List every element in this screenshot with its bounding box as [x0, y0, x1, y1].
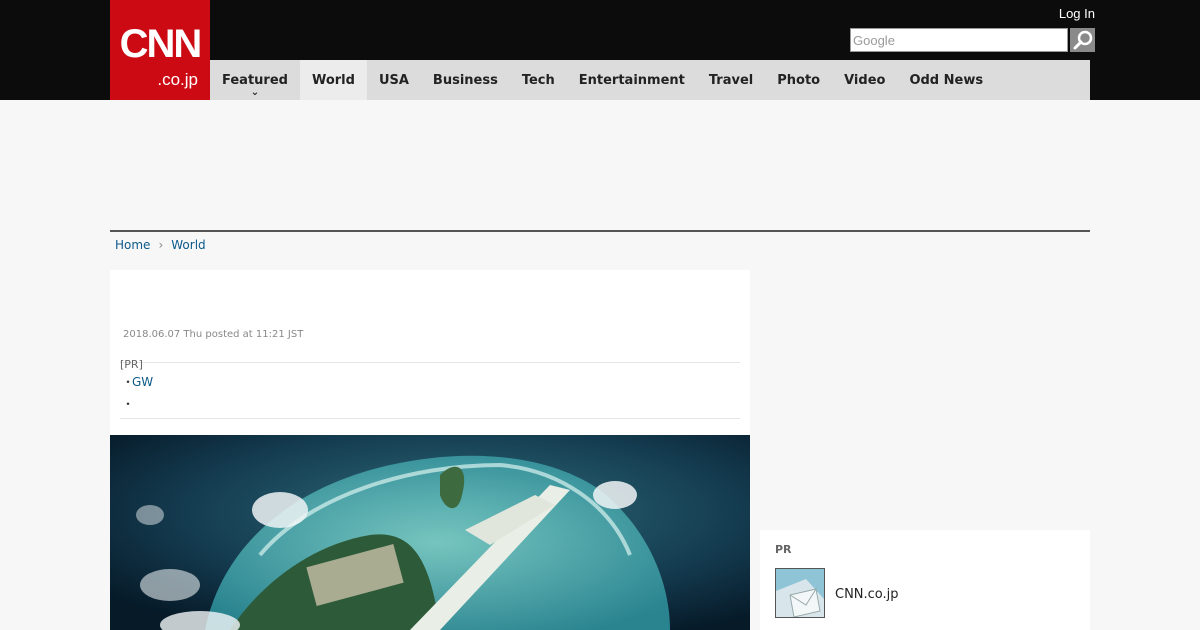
search-button[interactable] [1070, 28, 1095, 52]
nav-item-label: Travel [708, 72, 754, 88]
envelope-icon [776, 569, 824, 617]
nav-item-label: World [311, 72, 355, 88]
breadcrumb: Home › World [115, 238, 206, 252]
nav-item-label: Video [844, 72, 886, 88]
divider [120, 418, 740, 419]
breadcrumb-home[interactable]: Home [115, 238, 150, 252]
pr-item-name[interactable]: CNN.co.jp [835, 587, 899, 602]
nav-item-entertainment[interactable]: Entertainment [567, 60, 697, 100]
sidebar-pr-box: PR CNN.co.jp [760, 530, 1090, 630]
chevron-down-icon: ⌄ [250, 87, 260, 98]
nav-item-label: Tech [521, 72, 555, 88]
main-nav: Featured ⌄ World USA Business Tech Enter… [210, 60, 1090, 100]
nav-item-odd-news[interactable]: Odd News [897, 60, 995, 100]
nav-item-photo[interactable]: Photo [765, 60, 832, 100]
nav-item-label: Entertainment [578, 72, 685, 88]
login-link[interactable]: Log In [1059, 6, 1095, 21]
nav-item-travel[interactable]: Travel [697, 60, 765, 100]
article-card: 2018.06.07 Thu posted at 11:21 JST [PR] … [110, 270, 750, 630]
chevron-right-icon: › [158, 238, 164, 252]
logo-text: CNN [119, 22, 203, 66]
search-input[interactable] [850, 28, 1068, 52]
nav-item-video[interactable]: Video [832, 60, 897, 100]
nav-item-label: Business [432, 72, 498, 88]
nav-item-business[interactable]: Business [421, 60, 510, 100]
pr-title: PR [775, 543, 792, 556]
nav-item-label: Odd News [909, 72, 984, 88]
nav-item-label: USA [378, 72, 409, 88]
nav-item-label: Featured [222, 72, 288, 88]
pr-label: [PR] [120, 358, 143, 371]
bullet-icon: ・ [122, 397, 135, 411]
pr-links: ・ GW ・ [122, 374, 153, 418]
nav-item-tech[interactable]: Tech [510, 60, 567, 100]
satellite-photo[interactable] [110, 435, 750, 630]
list-item: ・ [122, 396, 153, 418]
pr-link[interactable]: GW [132, 374, 153, 396]
nav-item-label: Photo [777, 72, 821, 88]
nav-item-world[interactable]: World [299, 60, 367, 100]
magnifier-icon [1073, 30, 1092, 50]
pr-thumbnail[interactable] [775, 568, 825, 618]
nav-item-usa[interactable]: USA [367, 60, 421, 100]
nav-item-featured[interactable]: Featured ⌄ [210, 60, 300, 100]
post-timestamp: 2018.06.07 Thu posted at 11:21 JST [123, 329, 304, 340]
cnn-logo[interactable]: CNN .co.jp [110, 0, 210, 100]
logo-subtext: .co.jp [157, 70, 198, 89]
list-item: ・ GW [122, 374, 153, 396]
satellite-image-graphic [110, 435, 750, 630]
divider [120, 362, 740, 363]
bullet-icon: ・ [122, 375, 135, 389]
breadcrumb-world[interactable]: World [171, 238, 205, 252]
section-divider [110, 230, 1090, 232]
